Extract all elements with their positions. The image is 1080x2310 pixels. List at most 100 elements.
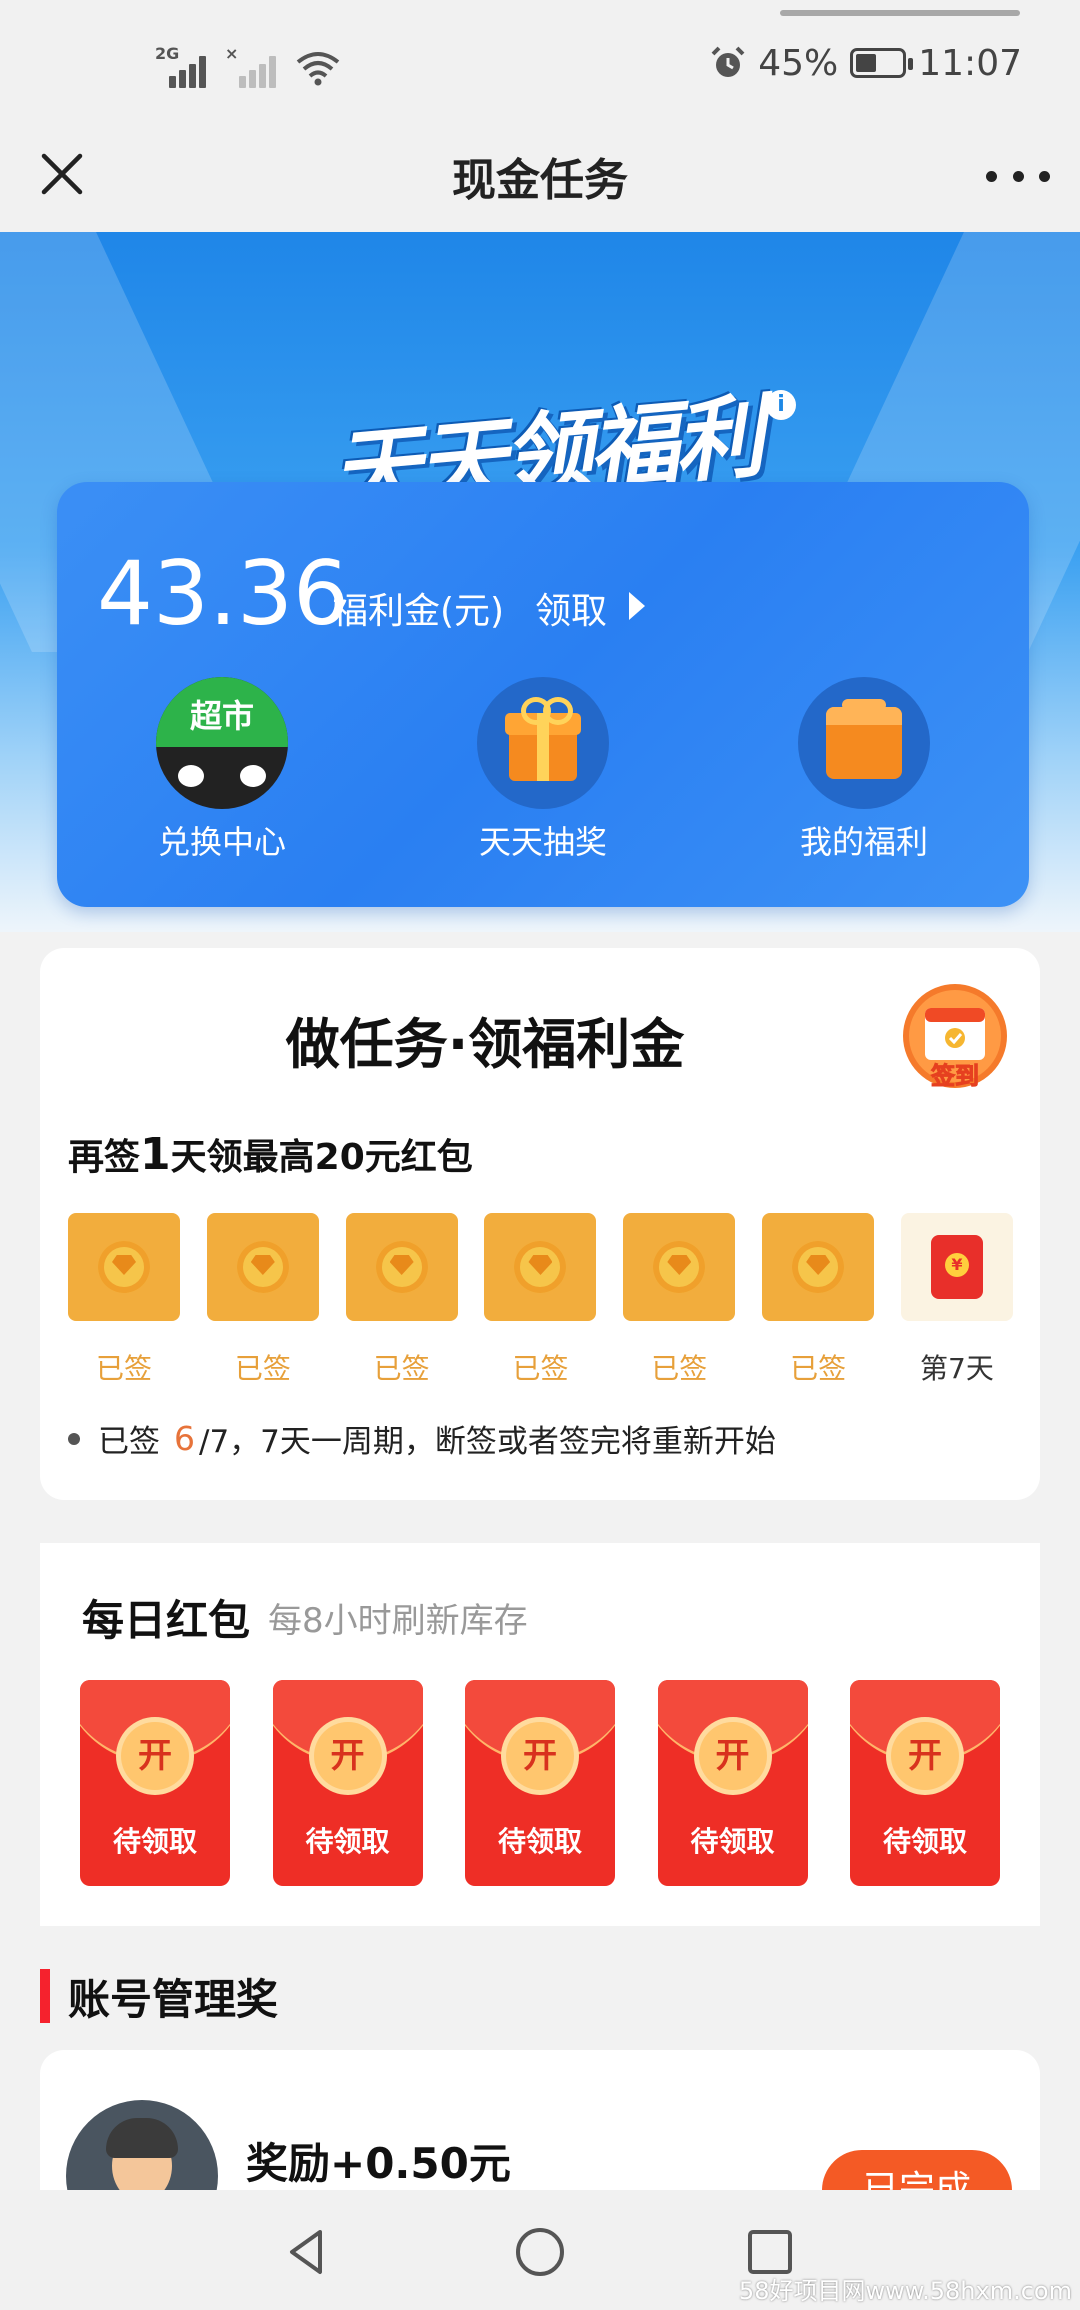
checkin-badge-label: 签到: [930, 1062, 979, 1090]
checkin-day-2: 已签: [206, 1213, 319, 1393]
status-bar: 2G × 45% 11:07: [0, 0, 1080, 120]
sub-prefix: 再签: [68, 1137, 141, 1178]
day-tile: [762, 1213, 875, 1321]
note-prefix: 已签: [98, 1424, 160, 1460]
back-nav-icon[interactable]: [276, 2220, 340, 2284]
welfare-box-icon: [798, 677, 930, 809]
day-tile: [206, 1213, 319, 1321]
battery-percent: 45%: [758, 42, 839, 84]
page-title: 现金任务: [452, 155, 628, 206]
gem-coin-icon: [792, 1241, 845, 1293]
shortcut-label: 兑换中心: [157, 823, 286, 861]
supermarket-cat-icon: 超市: [156, 677, 288, 809]
status-left: 2G ×: [155, 38, 341, 88]
network-type-label: 2G: [155, 44, 180, 63]
open-button[interactable]: 开: [121, 1722, 189, 1790]
gem-coin-icon: [236, 1241, 289, 1293]
day-label: 已签: [790, 1352, 847, 1385]
day-tile: [900, 1213, 1013, 1321]
hero-banner: 天天领福利 i 43.36 福利金(元) 领取 超市 兑换中心 天天抽奖 我的福…: [0, 232, 1080, 932]
note-count: 6: [174, 1419, 195, 1458]
claim-link[interactable]: 领取: [535, 582, 607, 634]
wifi-icon: [296, 52, 340, 86]
day-tile: [484, 1213, 597, 1321]
red-packet[interactable]: 开待领取: [850, 1680, 1000, 1886]
home-nav-icon[interactable]: [508, 2220, 572, 2284]
checkin-day-5: 已签: [623, 1213, 736, 1393]
welfare-card: 43.36 福利金(元) 领取 超市 兑换中心 天天抽奖 我的福利: [57, 482, 1029, 907]
open-button[interactable]: 开: [891, 1722, 959, 1790]
drag-handle: [780, 10, 1020, 16]
day-tile: [68, 1213, 180, 1321]
red-packet[interactable]: 开待领取: [272, 1680, 423, 1886]
welfare-amount: 43.36: [97, 542, 349, 645]
packet-status: 待领取: [690, 1825, 775, 1858]
shortcut-label: 天天抽奖: [478, 823, 607, 861]
day-label: 已签: [95, 1352, 152, 1385]
checkin-day-7[interactable]: 第7天: [900, 1213, 1013, 1393]
gem-coin-icon: [98, 1241, 150, 1293]
checkin-day-3: 已签: [345, 1213, 458, 1393]
watermark: 58好项目网www.58hxm.com: [738, 2277, 1072, 2305]
signal-no-service-icon: ×: [225, 44, 281, 88]
gift-box-icon: [477, 677, 609, 809]
day-label: 第7天: [920, 1352, 994, 1385]
checkin-calendar-icon[interactable]: 签到: [895, 976, 1015, 1096]
open-button[interactable]: 开: [313, 1722, 382, 1790]
welfare-unit: 福利金(元): [332, 591, 505, 632]
gem-coin-icon: [514, 1241, 567, 1293]
supermarket-badge-label: 超市: [189, 697, 254, 735]
daily-subtitle: 每8小时刷新库存: [268, 1601, 528, 1641]
open-button[interactable]: 开: [698, 1722, 767, 1790]
checkin-day-4: 已签: [484, 1213, 597, 1393]
more-options-icon[interactable]: [986, 160, 1050, 192]
packet-status: 待领取: [497, 1825, 582, 1858]
checkin-day-1: 已签: [68, 1213, 180, 1393]
red-packet[interactable]: 开待领取: [465, 1680, 615, 1886]
gem-coin-icon: [375, 1241, 428, 1293]
bullet-icon: [68, 1432, 80, 1445]
checkin-day-6: 已签: [762, 1213, 875, 1393]
gem-coin-icon: [653, 1241, 706, 1293]
open-button[interactable]: 开: [506, 1722, 574, 1790]
day-label: 已签: [373, 1352, 430, 1385]
clock: 11:07: [918, 42, 1022, 84]
packet-status: 待领取: [305, 1825, 390, 1858]
battery-icon: [850, 48, 914, 78]
account-section-title: 账号管理奖: [40, 1966, 278, 2026]
signal-2g-icon: 2G: [155, 44, 211, 88]
alarm-icon: [711, 46, 745, 77]
checkin-subtitle: 再签1天领最高20元红包: [68, 1128, 473, 1180]
sub-days: 1: [140, 1129, 171, 1180]
checkin-note: 已签 6 /7，7天一周期，断签或者签完将重新开始: [68, 1416, 776, 1461]
section-accent-bar: [40, 1969, 50, 2023]
daily-title: 每日红包: [82, 1596, 251, 1645]
claim-arrow-icon[interactable]: [629, 592, 645, 620]
system-nav-bar: 58好项目网www.58hxm.com: [0, 2190, 1080, 2310]
day-tile: [345, 1213, 458, 1321]
day-tile: [623, 1213, 736, 1321]
red-envelope-icon: [930, 1235, 983, 1299]
checkin-days: 已签 已签 已签 已签 已签 已签 第7天: [68, 1213, 1013, 1393]
red-packet[interactable]: 开待领取: [80, 1680, 230, 1886]
account-title-text: 账号管理奖: [68, 1974, 279, 2024]
packet-status: 待领取: [112, 1825, 197, 1858]
daily-red-packets: 每日红包 每8小时刷新库存 开待领取 开待领取 开待领取 开待领取 开待领取: [40, 1543, 1040, 1926]
red-packet[interactable]: 开待领取: [657, 1680, 808, 1886]
shortcut-my-welfare[interactable]: 我的福利: [749, 677, 979, 863]
status-right: 45% 11:07: [710, 38, 1022, 88]
info-icon[interactable]: i: [766, 390, 796, 420]
reward-text: 奖励+0.50元: [246, 2139, 511, 2188]
battery-fill: [856, 54, 877, 72]
day-label: 已签: [512, 1352, 569, 1385]
note-rest: /7，7天一周期，断签或者签完将重新开始: [199, 1424, 776, 1460]
day-label: 已签: [651, 1352, 708, 1385]
title-bar: 现金任务: [0, 120, 1080, 232]
packet-list: 开待领取 开待领取 开待领取 开待领取 开待领取: [80, 1680, 1000, 1886]
day-label: 已签: [234, 1352, 291, 1385]
shortcut-exchange-center[interactable]: 超市 兑换中心: [107, 677, 337, 863]
shortcut-daily-lottery[interactable]: 天天抽奖: [428, 677, 658, 863]
shortcut-label: 我的福利: [799, 823, 928, 861]
checkin-heading: 做任务·领福利金: [285, 1013, 685, 1076]
packet-status: 待领取: [882, 1825, 967, 1858]
